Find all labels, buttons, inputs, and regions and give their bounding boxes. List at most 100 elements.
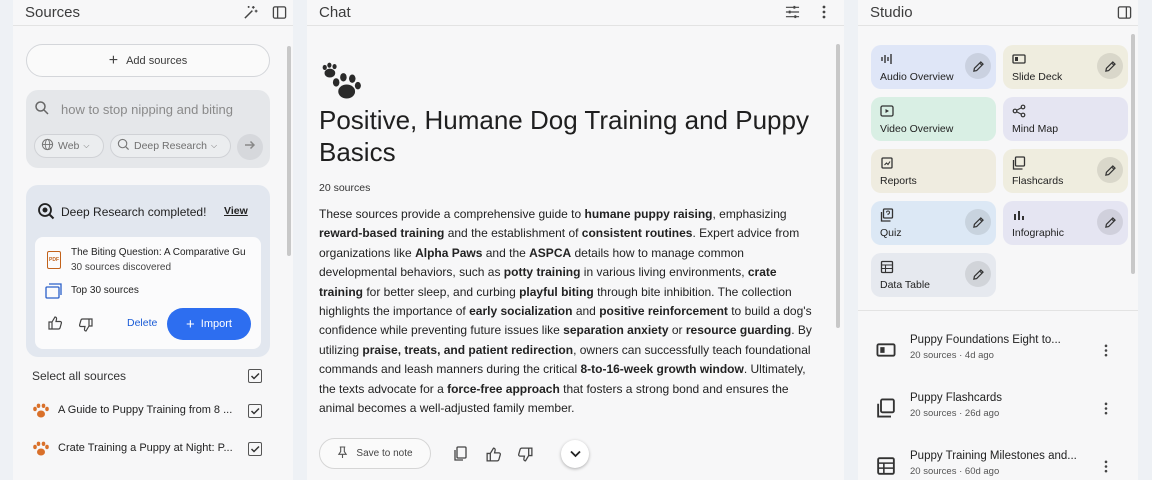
quiz-icon bbox=[880, 208, 894, 222]
studio-tile-mind-map[interactable]: Mind Map bbox=[1003, 97, 1128, 141]
deep-research-status: Deep Research completed! bbox=[61, 205, 207, 219]
summary-keyword: separation anxiety bbox=[563, 323, 669, 338]
source-search-box: Web ⌵ Deep Research ⌵ bbox=[26, 90, 270, 168]
studio-tile-data-table[interactable]: Data Table bbox=[871, 253, 996, 297]
studio-tile-audio-overview[interactable]: Audio Overview bbox=[871, 45, 996, 89]
source-item[interactable]: Crate Training a Puppy at Night: P... bbox=[32, 440, 272, 460]
studio-note-item[interactable]: Puppy Training Milestones and... 20 sourc… bbox=[876, 450, 1116, 480]
more-vert-icon[interactable] bbox=[1100, 398, 1112, 418]
collapse-panel-icon[interactable] bbox=[1115, 3, 1133, 21]
thumbs-up-icon[interactable] bbox=[482, 443, 504, 465]
delete-button[interactable]: Delete bbox=[127, 317, 157, 329]
studio-scrollbar[interactable] bbox=[1131, 34, 1135, 274]
collapse-panel-icon[interactable] bbox=[270, 3, 288, 21]
studio-tile-label: Quiz bbox=[880, 227, 902, 239]
paw-icon bbox=[32, 403, 50, 424]
edit-pencil-icon[interactable] bbox=[965, 261, 991, 287]
more-vert-icon[interactable] bbox=[815, 3, 833, 21]
add-sources-button[interactable]: + Add sources bbox=[26, 44, 270, 77]
globe-icon bbox=[41, 138, 54, 154]
chat-scrollbar[interactable] bbox=[836, 44, 840, 328]
summary-text: These sources provide a comprehensive gu… bbox=[319, 207, 585, 221]
thumbs-down-icon[interactable] bbox=[514, 443, 536, 465]
source-checkbox[interactable] bbox=[248, 404, 262, 418]
sources-scrollbar[interactable] bbox=[287, 46, 291, 256]
studio-tile-label: Slide Deck bbox=[1012, 71, 1063, 83]
thumbs-up-icon[interactable] bbox=[47, 315, 63, 336]
chevron-down-icon: ⌵ bbox=[83, 141, 90, 150]
divider bbox=[858, 310, 1138, 311]
import-label: Import bbox=[200, 318, 232, 330]
source-item[interactable]: A Guide to Puppy Training from 8 ... bbox=[32, 402, 272, 422]
studio-tile-label: Video Overview bbox=[880, 123, 954, 135]
note-meta: 20 sources · 60d ago bbox=[910, 466, 1000, 477]
magic-wand-icon[interactable] bbox=[241, 3, 259, 21]
more-vert-icon[interactable] bbox=[1100, 456, 1112, 476]
note-meta: 20 sources · 26d ago bbox=[910, 408, 1000, 419]
deep-research-card: Deep Research completed! View PDF The Bi… bbox=[26, 185, 270, 357]
report-name[interactable]: The Biting Question: A Comparative Gu bbox=[71, 247, 257, 258]
studio-tile-label: Infographic bbox=[1012, 227, 1064, 239]
deep-research-chip[interactable]: Deep Research ⌵ bbox=[110, 134, 231, 158]
studio-header: Studio bbox=[858, 0, 1138, 26]
studio-panel: Studio Audio Overview Slide Deck Video Ove… bbox=[858, 0, 1138, 480]
source-item-label: Crate Training a Puppy at Night: P... bbox=[58, 442, 233, 454]
studio-tile-video-overview[interactable]: Video Overview bbox=[871, 97, 996, 141]
save-to-note-button[interactable]: Save to note bbox=[319, 438, 431, 469]
scroll-down-button[interactable] bbox=[561, 440, 589, 468]
plus-icon: + bbox=[108, 51, 119, 69]
search-icon bbox=[34, 100, 50, 121]
note-meta: 20 sources · 4d ago bbox=[910, 350, 994, 361]
save-to-note-label: Save to note bbox=[356, 448, 413, 459]
submit-search-button[interactable] bbox=[237, 134, 263, 160]
web-chip[interactable]: Web ⌵ bbox=[34, 134, 104, 158]
import-button[interactable]: + Import bbox=[167, 308, 251, 340]
thumbs-down-icon[interactable] bbox=[78, 317, 94, 338]
summary-keyword: consistent routines bbox=[581, 226, 693, 241]
plus-icon: + bbox=[186, 315, 195, 333]
search-input[interactable] bbox=[61, 102, 261, 117]
tune-icon[interactable] bbox=[783, 3, 801, 21]
summary-keyword: positive reinforcement bbox=[599, 304, 728, 319]
infographic-icon bbox=[1012, 208, 1026, 222]
source-checkbox[interactable] bbox=[248, 442, 262, 456]
summary-keyword: early socialization bbox=[469, 304, 573, 319]
notebook-heading: Positive, Humane Dog Training and Puppy … bbox=[319, 105, 809, 167]
studio-tile-label: Reports bbox=[880, 175, 917, 187]
copy-icon[interactable] bbox=[449, 443, 471, 465]
sources-panel: Sources + Add sources Web ⌵ Deep Researc… bbox=[13, 0, 293, 480]
deep-research-chip-label: Deep Research bbox=[134, 140, 207, 152]
paw-icon bbox=[32, 441, 50, 462]
note-title: Puppy Flashcards bbox=[910, 392, 1003, 404]
edit-pencil-icon[interactable] bbox=[965, 209, 991, 235]
studio-title: Studio bbox=[870, 4, 913, 21]
edit-pencil-icon[interactable] bbox=[1097, 157, 1123, 183]
studio-tile-flashcards[interactable]: Flashcards bbox=[1003, 149, 1128, 193]
chevron-down-icon: ⌵ bbox=[210, 141, 218, 150]
pdf-icon: PDF bbox=[47, 251, 61, 269]
summary-text: and bbox=[572, 304, 600, 319]
slides-icon bbox=[876, 340, 896, 360]
note-title: Puppy Training Milestones and... bbox=[910, 450, 1077, 462]
studio-note-item[interactable]: Puppy Flashcards 20 sources · 26d ago bbox=[876, 392, 1116, 428]
top-sources-label[interactable]: Top 30 sources bbox=[71, 285, 139, 296]
table-icon bbox=[876, 456, 896, 476]
studio-tile-slide-deck[interactable]: Slide Deck bbox=[1003, 45, 1128, 89]
more-vert-icon[interactable] bbox=[1100, 340, 1112, 360]
checkmark-icon bbox=[250, 445, 260, 453]
summary-keyword: potty training bbox=[503, 265, 581, 280]
view-report-link[interactable]: View bbox=[224, 205, 248, 217]
studio-tile-quiz[interactable]: Quiz bbox=[871, 201, 996, 245]
studio-note-item[interactable]: Puppy Foundations Eight to... 20 sources … bbox=[876, 334, 1116, 370]
summary-keyword: force-free approach bbox=[447, 381, 560, 396]
studio-tile-infographic[interactable]: Infographic bbox=[1003, 201, 1128, 245]
edit-pencil-icon[interactable] bbox=[965, 53, 991, 79]
flashcards-icon bbox=[876, 398, 896, 418]
edit-pencil-icon[interactable] bbox=[1097, 209, 1123, 235]
edit-pencil-icon[interactable] bbox=[1097, 53, 1123, 79]
studio-tile-reports[interactable]: Reports bbox=[871, 149, 996, 193]
summary-text: and the establishment of bbox=[444, 226, 582, 241]
mind-map-icon bbox=[1012, 104, 1026, 118]
summary-keyword: playful biting bbox=[519, 284, 594, 299]
select-all-checkbox[interactable] bbox=[248, 369, 262, 383]
